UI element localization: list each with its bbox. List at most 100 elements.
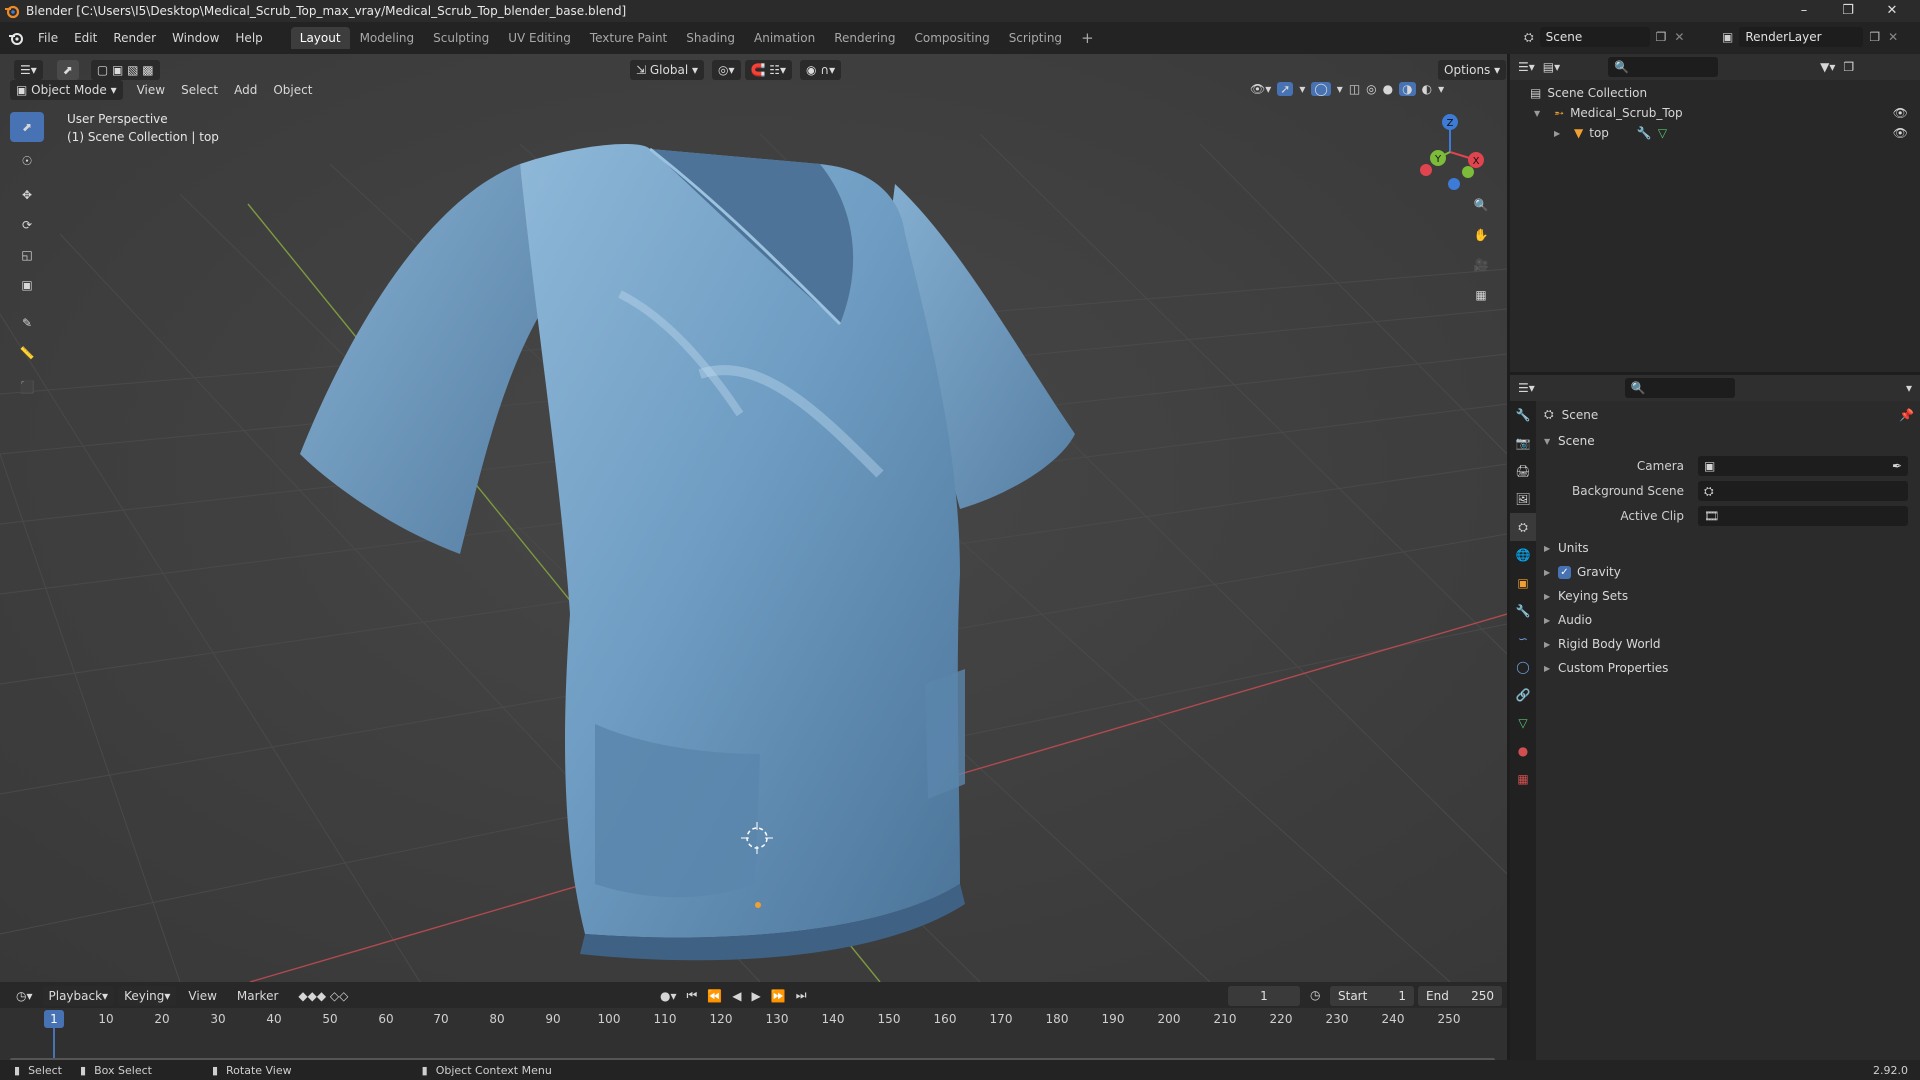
tab-rendering[interactable]: Rendering [825,27,904,49]
panel-rigid-body-world[interactable]: ▶ Rigid Body World [1544,634,1661,654]
tab-scripting[interactable]: Scripting [1000,27,1071,49]
tool-tab-icon[interactable]: 🔧 [1510,401,1536,429]
cursor-tool-icon[interactable]: ☉ [10,146,44,176]
solid-shading-icon[interactable]: ● [1383,82,1393,96]
transform-orientation-dropdown[interactable]: ⇲ Global ▾ [630,60,704,80]
menu-file[interactable]: File [30,28,66,48]
eyedropper-icon[interactable]: ✒ [1892,459,1902,473]
tab-sculpting[interactable]: Sculpting [424,27,498,49]
properties-search-input[interactable]: 🔍 [1624,378,1735,398]
menu-help[interactable]: Help [227,28,270,48]
xray-toggle-icon[interactable]: ◫ [1349,82,1360,96]
camera-view-icon[interactable]: 🎥 [1468,252,1494,278]
panel-audio[interactable]: ▶ Audio [1544,610,1592,630]
visibility-icon[interactable]: 👁▾ [1250,82,1271,96]
minimize-button[interactable]: – [1782,0,1826,22]
outliner-editor-type-icon[interactable]: ☰▾ [1518,60,1535,74]
transform-tool-icon[interactable]: ▣ [10,270,44,300]
tab-texture-paint[interactable]: Texture Paint [581,27,676,49]
selection-mode-group[interactable]: ▢ ▣ ▧ ▩ [90,60,160,80]
output-tab-icon[interactable]: 🖨 [1510,457,1536,485]
viewport-menu-object[interactable]: Object [265,80,320,100]
menu-window[interactable]: Window [164,28,227,48]
move-tool-icon[interactable]: ✥ [10,180,44,210]
gizmo-toggle-icon[interactable]: ➚ [1277,82,1294,96]
pan-view-icon[interactable]: ✋ [1468,222,1494,248]
object-mode-dropdown[interactable]: ▣ Object Mode ▾ [10,80,123,100]
panel-gravity[interactable]: ▶ ✓ Gravity [1544,562,1621,582]
rendered-shading-icon[interactable]: ◐ [1422,82,1432,96]
tab-compositing[interactable]: Compositing [905,27,998,49]
eye-visibility-icon[interactable]: 👁 [1893,126,1908,140]
panel-keying-sets[interactable]: ▶ Keying Sets [1544,586,1628,606]
new-scene-icon[interactable]: ❐ [1656,30,1667,44]
outliner-search-input[interactable]: 🔍 [1608,57,1719,77]
menu-edit[interactable]: Edit [66,28,105,48]
add-cube-tool-icon[interactable]: ⬛ [10,372,44,402]
view-layer-tab-icon[interactable]: 🖼 [1510,485,1536,513]
snap-toggle[interactable]: 🧲 ☷▾ [744,60,793,80]
editor-type-button[interactable]: ☰▾ [14,60,43,80]
render-tab-icon[interactable]: 📷 [1510,429,1536,457]
renderlayer-selector[interactable]: RenderLayer [1739,27,1864,47]
overlay-toggle-icon[interactable]: ◯ [1311,82,1331,96]
object-tab-icon[interactable]: ▣ [1510,569,1536,597]
panel-custom-properties[interactable]: ▶ Custom Properties [1544,658,1668,678]
menu-render[interactable]: Render [105,28,164,48]
outliner-panel[interactable]: ☰▾ ▤▾ 🔍 ▼▾ ❐ ▤ Scene Collection ▼ ➵ Medi… [1510,54,1920,372]
navigation-gizmo[interactable]: Z X Y [1410,110,1490,190]
particles-tab-icon[interactable]: ∽ [1510,625,1536,653]
tab-modeling[interactable]: Modeling [351,27,424,49]
timeline-editor[interactable]: ◷▾ Playback ▾ Keying ▾ View Marker ◆◆◆ ◇◇ … [0,982,1507,1062]
select-mode-button[interactable]: ⬈ [56,60,79,80]
constraints-tab-icon[interactable]: 🔗 [1510,681,1536,709]
display-mode-icon[interactable]: ▤▾ [1543,60,1560,74]
tab-animation[interactable]: Animation [745,27,824,49]
scene-section-header[interactable]: ▼ Scene [1544,431,1595,451]
camera-field[interactable]: ▣ ✒ [1698,456,1908,476]
scene-icon[interactable]: ⛭ [1524,30,1534,45]
measure-tool-icon[interactable]: 📏 [10,338,44,368]
panel-units[interactable]: ▶ Units [1544,538,1589,558]
options-dropdown[interactable]: Options ▾ [1438,60,1507,80]
rotate-tool-icon[interactable]: ⟳ [10,210,44,240]
pin-icon[interactable]: 📌 [1899,408,1914,422]
active-clip-field[interactable]: 🎞 [1698,506,1908,526]
scene-tab-icon[interactable]: ⛭ [1510,513,1536,541]
viewport-menu-select[interactable]: Select [173,80,226,100]
data-tab-icon[interactable]: ▽ [1510,709,1536,737]
delete-scene-icon[interactable]: ✕ [1674,30,1684,44]
background-scene-field[interactable]: ⛭ [1698,481,1908,501]
outliner-item-top[interactable]: ▶ ▼ top 🔧 ▽ 👁 [1554,126,1914,140]
zoom-view-icon[interactable]: 🔍 [1468,192,1494,218]
blender-menu-icon[interactable] [8,30,24,46]
outliner-scene-collection[interactable]: ▤ Scene Collection [1530,86,1647,100]
filter-icon[interactable]: ▼▾ [1820,60,1835,74]
perspective-toggle-icon[interactable]: ▦ [1468,282,1494,308]
viewport-menu-add[interactable]: Add [226,80,265,100]
new-collection-icon[interactable]: ❐ [1843,60,1854,74]
proportional-editing-toggle[interactable]: ◉ ∩▾ [800,60,842,80]
wireframe-shading-icon[interactable]: ◎ [1366,82,1376,96]
tab-shading[interactable]: Shading [677,27,744,49]
outliner-item-medical-scrub-top[interactable]: ▼ ➵ Medical_Scrub_Top 👁 [1534,106,1914,120]
properties-editor-type-icon[interactable]: ☰▾ [1518,381,1535,395]
world-tab-icon[interactable]: 🌐 [1510,541,1536,569]
modifier-tab-icon[interactable]: 🔧 [1510,597,1536,625]
restore-button[interactable]: ❐ [1826,0,1870,22]
3d-viewport[interactable]: ☰▾ ⬈ ▢ ▣ ▧ ▩ ⇲ Global ▾ ◎▾ 🧲 ☷▾ ◉ ∩▾ Opt… [0,54,1507,982]
properties-panel[interactable]: ☰▾ 🔍 ▾ 🔧 📷 🖨 🖼 ⛭ 🌐 ▣ 🔧 ∽ ◯ 🔗 ▽ ● ▦ ⛭ Sce… [1510,375,1920,1060]
material-tab-icon[interactable]: ● [1510,737,1536,765]
scene-selector[interactable]: Scene [1539,27,1650,47]
close-button[interactable]: ✕ [1870,0,1914,22]
tab-layout[interactable]: Layout [290,27,350,49]
annotate-tool-icon[interactable]: ✎ [10,308,44,338]
pivot-point-dropdown[interactable]: ◎▾ [712,60,741,80]
renderlayer-icon[interactable]: ▣ [1722,30,1733,44]
select-box-tool-icon[interactable]: ⬈ [10,112,44,142]
physics-tab-icon[interactable]: ◯ [1510,653,1536,681]
scale-tool-icon[interactable]: ◱ [10,240,44,270]
texture-tab-icon[interactable]: ▦ [1510,765,1536,793]
panel-options-icon[interactable]: ▾ [1906,381,1912,395]
new-renderlayer-icon[interactable]: ❐ [1869,30,1880,44]
